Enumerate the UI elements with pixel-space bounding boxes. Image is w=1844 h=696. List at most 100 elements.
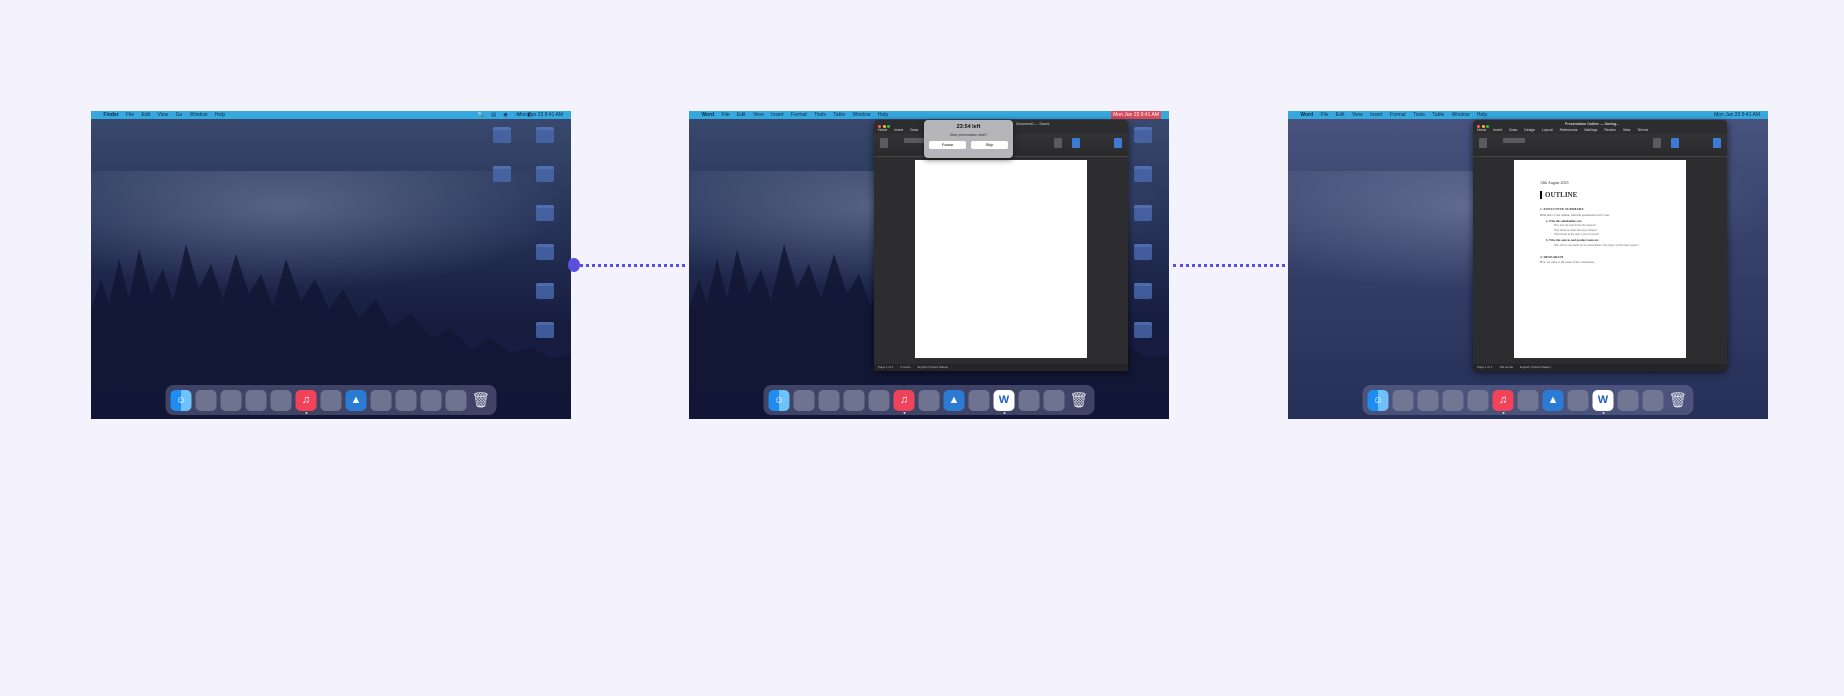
desktop-folder-icon[interactable] [534, 166, 556, 184]
menu-item-format[interactable]: Format [791, 111, 807, 119]
desktop-folder-icon[interactable] [1132, 322, 1154, 338]
tab-insert[interactable]: Insert [894, 128, 903, 132]
menu-item-format[interactable]: Format [1390, 111, 1406, 119]
desktop-folder-icon[interactable] [1132, 127, 1154, 143]
tab-mailings[interactable]: Mailings [1585, 128, 1598, 132]
tab-design[interactable]: Design [1524, 128, 1535, 132]
launchpad-icon[interactable] [793, 389, 815, 411]
desktop-folder-icon[interactable] [1132, 244, 1154, 260]
safari-icon[interactable] [220, 389, 242, 411]
preview-icon[interactable] [395, 389, 417, 411]
word-icon[interactable]: W [1592, 389, 1614, 414]
calendar-icon[interactable] [843, 389, 865, 411]
menu-item-view[interactable]: View [753, 111, 764, 119]
skip-button[interactable]: Skip [971, 141, 1008, 149]
desktop-folder-icon[interactable] [1132, 283, 1154, 299]
paste-icon[interactable] [1479, 138, 1487, 148]
finder-icon[interactable]: ☺ [768, 389, 790, 411]
settings-icon[interactable] [968, 389, 990, 411]
menu-item-help[interactable]: Help [215, 111, 225, 119]
styles-icon[interactable] [1653, 138, 1661, 148]
messages-icon[interactable] [1517, 389, 1539, 411]
document-page[interactable] [915, 160, 1087, 358]
music-icon[interactable]: ♫ [1492, 389, 1514, 414]
trash-icon[interactable]: 🗑 [1069, 390, 1090, 411]
tab-tell-me[interactable]: Tell me [1637, 128, 1648, 132]
desktop-folder-icon[interactable] [1132, 166, 1154, 182]
document-body[interactable]: 14th August 2023 OUTLINE 1. EXECUTIVE SU… [1514, 160, 1686, 264]
desktop-folder-icon[interactable] [534, 205, 556, 223]
dictate-icon[interactable] [1671, 138, 1679, 148]
trash-icon[interactable]: 🗑 [471, 390, 492, 411]
tab-references[interactable]: References [1560, 128, 1578, 132]
menu-item-edit[interactable]: Edit [142, 111, 151, 119]
font-selector[interactable] [904, 138, 926, 143]
app-store-icon[interactable] [868, 389, 890, 411]
messages-icon[interactable] [320, 389, 342, 411]
app-store-icon[interactable] [270, 389, 292, 411]
menu-item-view[interactable]: View [158, 111, 169, 119]
tab-review[interactable]: Review [1604, 128, 1615, 132]
menu-item-table[interactable]: Table [833, 111, 845, 119]
menu-item-help[interactable]: Help [1477, 111, 1487, 119]
desktop-folder-icon[interactable] [491, 127, 513, 145]
tab-draw[interactable]: Draw [910, 128, 918, 132]
styles-icon[interactable] [1054, 138, 1062, 148]
trash-icon[interactable]: 🗑 [1668, 390, 1689, 411]
menu-item-table[interactable]: Table [1432, 111, 1444, 119]
dictate-icon[interactable] [1072, 138, 1080, 148]
mail-icon[interactable] [1617, 389, 1639, 411]
calendar-icon[interactable] [1442, 389, 1464, 411]
menu-item-tools[interactable]: Tools [1413, 111, 1425, 119]
finder-icon[interactable]: ☺ [170, 389, 192, 411]
menu-item-edit[interactable]: Edit [1336, 111, 1345, 119]
menu-item-tools[interactable]: Tools [814, 111, 826, 119]
music-icon[interactable]: ♫ [893, 389, 915, 414]
menu-item-file[interactable]: File [1320, 111, 1328, 119]
menu-app-name[interactable]: Finder [103, 111, 118, 119]
tab-draw[interactable]: Draw [1509, 128, 1517, 132]
settings-icon[interactable] [1567, 389, 1589, 411]
tab-layout[interactable]: Layout [1542, 128, 1553, 132]
finder-icon[interactable]: ☺ [1367, 389, 1389, 411]
notes-icon[interactable] [445, 389, 467, 411]
menu-item-file[interactable]: File [126, 111, 134, 119]
editor-icon[interactable] [1114, 138, 1122, 148]
mail-icon[interactable] [1018, 389, 1040, 411]
calendar-icon[interactable] [245, 389, 267, 411]
keynote-icon[interactable]: ▲ [1542, 389, 1564, 411]
menu-item-view[interactable]: View [1352, 111, 1363, 119]
notes-icon[interactable] [1642, 389, 1664, 411]
keynote-icon[interactable]: ▲ [943, 389, 965, 411]
tab-insert[interactable]: Insert [1493, 128, 1502, 132]
font-selector[interactable] [1503, 138, 1525, 143]
pause-button[interactable]: Pause [929, 141, 966, 149]
desktop-folder-icon[interactable] [491, 166, 513, 184]
traffic-lights[interactable] [1477, 123, 1491, 131]
launchpad-icon[interactable] [1392, 389, 1414, 411]
menu-clock[interactable]: Mon Jun 23 9:41 AM [1111, 111, 1161, 119]
menu-item-file[interactable]: File [721, 111, 729, 119]
mail-icon[interactable] [420, 389, 442, 411]
menu-item-help[interactable]: Help [878, 111, 888, 119]
desktop-folder-icon[interactable] [534, 127, 556, 145]
menu-item-window[interactable]: Window [190, 111, 208, 119]
music-icon[interactable]: ♫ [295, 389, 317, 414]
document-page[interactable]: 14th August 2023 OUTLINE 1. EXECUTIVE SU… [1514, 160, 1686, 358]
desktop-folder-icon[interactable] [534, 322, 556, 340]
desktop-folder-icon[interactable] [1132, 205, 1154, 221]
keynote-icon[interactable]: ▲ [345, 389, 367, 411]
desktop-folder-icon[interactable] [534, 244, 556, 262]
menu-item-edit[interactable]: Edit [737, 111, 746, 119]
menu-item-go[interactable]: Go [176, 111, 183, 119]
desktop-folder-icon[interactable] [534, 283, 556, 301]
menu-item-window[interactable]: Window [853, 111, 871, 119]
safari-icon[interactable] [1417, 389, 1439, 411]
menu-app-name[interactable]: Word [701, 111, 714, 119]
app-store-icon[interactable] [1467, 389, 1489, 411]
paste-icon[interactable] [880, 138, 888, 148]
menu-item-insert[interactable]: Insert [1370, 111, 1383, 119]
window-title-bar[interactable]: Presentation Outline — Saving... [1473, 120, 1727, 128]
traffic-lights[interactable] [878, 123, 892, 131]
tab-view[interactable]: View [1623, 128, 1631, 132]
